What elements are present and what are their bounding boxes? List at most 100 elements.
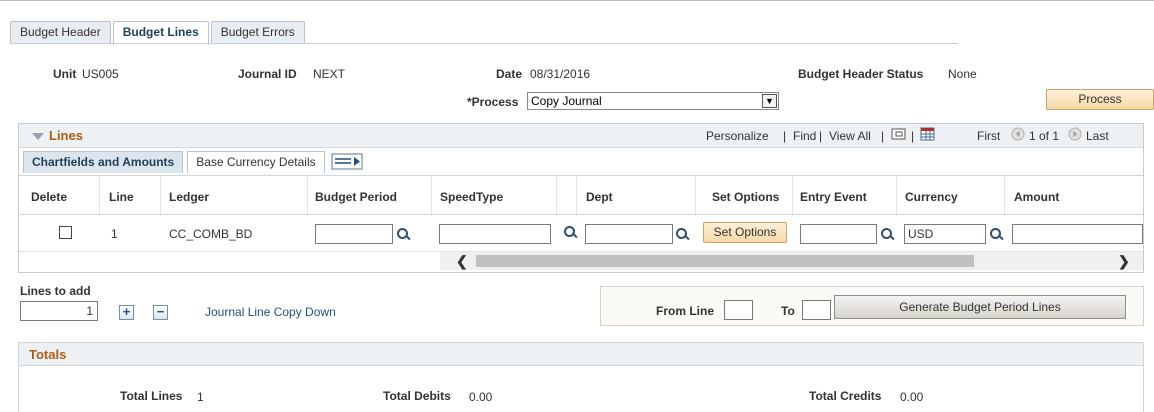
totals-header: Totals: [18, 342, 1144, 366]
col-entry-event: Entry Event: [800, 190, 867, 204]
lines-title: Lines: [49, 128, 83, 143]
status-label: Budget Header Status: [798, 67, 924, 81]
date-label: Date: [496, 67, 523, 81]
prev-page-icon[interactable]: [1011, 127, 1025, 144]
col-amount: Amount: [1014, 190, 1060, 204]
entry-event-input[interactable]: [800, 224, 877, 244]
col-ledger: Ledger: [169, 190, 210, 204]
scroll-right-icon[interactable]: ❯: [1118, 253, 1130, 270]
journal-id-value: NEXT: [313, 67, 346, 81]
col-divider: [695, 176, 696, 216]
total-lines-label: Total Lines: [120, 389, 183, 403]
col-divider: [576, 176, 577, 216]
process-select-value: Copy Journal: [531, 94, 602, 108]
lookup-icon[interactable]: [396, 227, 410, 241]
from-line-label: From Line: [656, 304, 715, 318]
total-credits-value: 0.00: [900, 390, 924, 404]
totals-section: [18, 366, 1144, 412]
col-divider: [307, 176, 308, 216]
process-label: *Process: [467, 95, 519, 109]
lookup-icon[interactable]: [989, 227, 1003, 241]
first-link[interactable]: First: [977, 129, 1000, 143]
ledger-value: CC_COMB_BD: [169, 227, 253, 241]
add-row-icon[interactable]: +: [119, 305, 134, 320]
to-label: To: [781, 304, 795, 318]
col-divider: [1004, 176, 1005, 216]
total-credits-label: Total Credits: [809, 389, 882, 403]
tab-underline: [10, 43, 958, 44]
totals-title: Totals: [29, 347, 67, 362]
process-select[interactable]: Copy Journal ▼: [527, 92, 779, 110]
show-all-columns-icon[interactable]: [331, 153, 365, 174]
collapse-triangle-icon[interactable]: [32, 133, 44, 140]
personalize-link[interactable]: Personalize: [706, 129, 769, 143]
total-debits-label: Total Debits: [383, 389, 451, 403]
window-top-border: [0, 0, 1154, 8]
next-page-icon[interactable]: [1068, 127, 1082, 144]
lookup-icon[interactable]: [880, 227, 894, 241]
scroll-left-icon[interactable]: ❮: [456, 253, 468, 270]
total-debits-value: 0.00: [469, 390, 493, 404]
lines-to-add-input[interactable]: 1: [20, 301, 98, 321]
table-row: 1 CC_COMB_BD Set Options USD: [19, 216, 1143, 252]
set-options-button[interactable]: Set Options: [703, 222, 787, 243]
lines-column-headers: Delete Line Ledger Budget Period SpeedTy…: [19, 175, 1143, 216]
unit-label: Unit: [53, 67, 77, 81]
subtab-chartfields-amounts[interactable]: Chartfields and Amounts: [23, 151, 184, 173]
total-lines-value: 1: [197, 390, 204, 404]
col-delete: Delete: [31, 190, 68, 204]
col-budget-period: Budget Period: [315, 190, 398, 204]
expand-grid-icon[interactable]: [891, 127, 907, 144]
currency-input[interactable]: USD: [904, 224, 986, 244]
budget-period-input[interactable]: [315, 224, 393, 244]
lines-subtabs: Chartfields and Amounts Base Currency De…: [23, 151, 365, 174]
lookup-icon[interactable]: [563, 225, 577, 239]
generate-budget-period-lines-button[interactable]: Generate Budget Period Lines: [834, 295, 1126, 319]
col-line: Line: [109, 190, 134, 204]
from-line-input[interactable]: [724, 300, 753, 320]
date-value: 08/31/2016: [530, 67, 591, 81]
col-divider: [160, 176, 161, 216]
col-set-options: Set Options: [712, 190, 780, 204]
find-link[interactable]: Find: [793, 129, 816, 143]
tab-budget-header[interactable]: Budget Header: [10, 21, 111, 43]
subtab-base-currency[interactable]: Base Currency Details: [187, 151, 325, 173]
separator: |: [783, 129, 787, 143]
last-link[interactable]: Last: [1086, 129, 1109, 143]
to-input[interactable]: [802, 300, 831, 320]
col-divider: [99, 176, 100, 216]
dept-input[interactable]: [585, 224, 673, 244]
col-currency: Currency: [905, 190, 958, 204]
col-divider: [896, 176, 897, 216]
speedtype-input[interactable]: [439, 224, 551, 244]
tab-budget-lines[interactable]: Budget Lines: [112, 21, 209, 45]
tab-budget-errors[interactable]: Budget Errors: [210, 21, 305, 43]
journal-id-label: Journal ID: [238, 67, 297, 81]
view-all-link[interactable]: View All: [829, 129, 871, 143]
lines-grid-header: Lines Personalize | Find | View All | | …: [19, 124, 1143, 148]
separator: |: [819, 129, 823, 143]
journal-line-copy-down-link[interactable]: Journal Line Copy Down: [205, 305, 336, 319]
line-number: 1: [111, 227, 118, 241]
scroll-thumb[interactable]: [476, 255, 974, 267]
col-divider: [792, 176, 793, 216]
status-value: None: [948, 67, 977, 81]
col-divider: [431, 176, 432, 216]
col-dept: Dept: [586, 190, 613, 204]
lines-to-add-label: Lines to add: [20, 284, 91, 298]
chevron-down-icon[interactable]: ▼: [762, 94, 777, 108]
separator: |: [881, 129, 885, 143]
page-info: 1 of 1: [1029, 129, 1060, 143]
page-tabs: Budget Header Budget Lines Budget Errors: [10, 21, 307, 45]
horizontal-scrollbar[interactable]: ❮ ❯: [440, 252, 1143, 270]
amount-input[interactable]: [1012, 224, 1143, 244]
col-speedtype: SpeedType: [440, 190, 504, 204]
delete-row-icon[interactable]: −: [153, 305, 168, 320]
lookup-icon[interactable]: [675, 227, 689, 241]
delete-checkbox[interactable]: [59, 226, 72, 239]
col-divider: [556, 176, 557, 216]
unit-value: US005: [82, 67, 119, 81]
process-button[interactable]: Process: [1046, 89, 1154, 110]
download-grid-icon[interactable]: [920, 126, 936, 145]
separator: |: [911, 129, 915, 143]
